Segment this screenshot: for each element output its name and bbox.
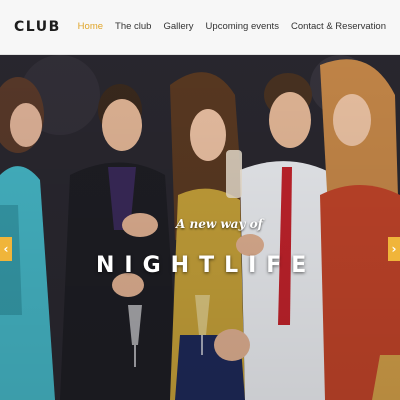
slider-prev-button[interactable]: ‹ — [0, 237, 12, 261]
hero-headline: NIGHTLIFE — [96, 253, 317, 278]
nav-link-gallery[interactable]: Gallery — [163, 21, 193, 32]
nav-link-upcoming-events[interactable]: Upcoming events — [206, 21, 279, 32]
nav-link-home[interactable]: Home — [78, 21, 103, 32]
top-navbar: CLUB Home The club Gallery Upcoming even… — [0, 0, 400, 55]
hero-tagline: A new way of — [176, 217, 263, 231]
nav-link-the-club[interactable]: The club — [115, 21, 151, 32]
chevron-left-icon: ‹ — [3, 242, 9, 256]
slider-next-button[interactable]: › — [388, 237, 400, 261]
site-logo[interactable]: CLUB — [14, 19, 61, 35]
nav-link-contact-reservation[interactable]: Contact & Reservation — [291, 21, 386, 32]
chevron-right-icon: › — [391, 242, 397, 256]
main-nav: Home The club Gallery Upcoming events Co… — [78, 21, 386, 32]
hero-slider: A new way of NIGHTLIFE — [0, 55, 400, 400]
